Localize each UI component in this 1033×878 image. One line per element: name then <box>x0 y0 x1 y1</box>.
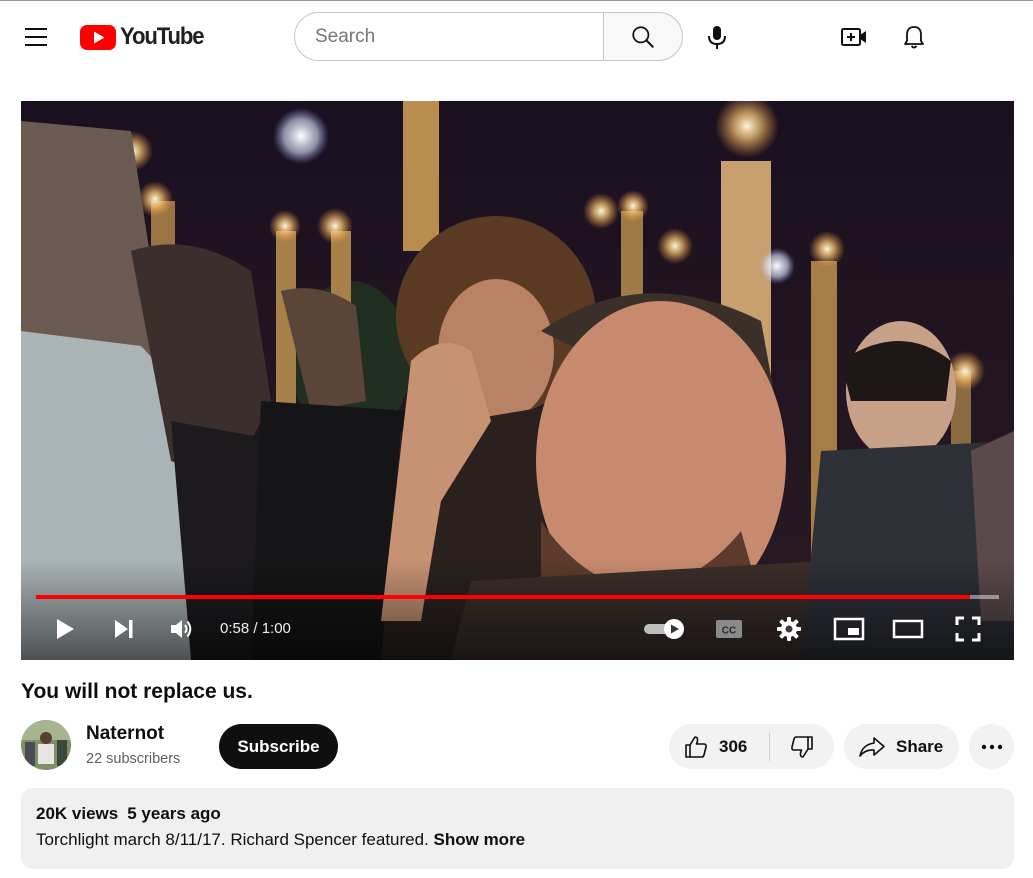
logo-wordmark: YouTube <box>120 23 205 50</box>
menu-icon-line <box>25 36 47 38</box>
thumbs-down-icon <box>791 735 813 758</box>
settings-icon <box>777 617 801 641</box>
search-input[interactable] <box>315 25 604 48</box>
progress-bar[interactable] <box>36 595 999 599</box>
show-more-link[interactable]: Show more <box>434 830 526 849</box>
description-text-row: Torchlight march 8/11/17. Richard Spence… <box>36 830 999 850</box>
next-button[interactable] <box>108 609 140 649</box>
play-icon <box>57 619 74 639</box>
like-dislike-group: 306 <box>669 724 834 769</box>
bell-icon <box>904 26 924 49</box>
notifications-button[interactable] <box>894 17 934 57</box>
theater-icon <box>892 619 924 639</box>
progress-fill <box>36 595 971 599</box>
channel-name[interactable]: Naternot <box>86 723 164 745</box>
fullscreen-button[interactable] <box>950 609 986 649</box>
menu-button[interactable] <box>18 19 54 55</box>
create-video-icon <box>841 28 866 46</box>
volume-button[interactable] <box>166 609 198 649</box>
description-text: Torchlight march 8/11/17. Richard Spence… <box>36 830 434 849</box>
like-button[interactable]: 306 <box>669 724 769 769</box>
avatar-image <box>21 720 71 770</box>
more-horizontal-icon <box>981 744 1002 749</box>
svg-text:CC: CC <box>722 626 736 637</box>
autoplay-toggle[interactable] <box>641 609 689 649</box>
menu-icon-line <box>25 44 47 46</box>
fullscreen-icon <box>955 616 981 642</box>
create-button[interactable] <box>834 17 874 57</box>
mic-icon <box>708 26 726 49</box>
youtube-play-logo-icon <box>80 24 116 50</box>
miniplayer-button[interactable] <box>831 609 867 649</box>
description-box[interactable]: 20K views 5 years ago Torchlight march 8… <box>21 788 1014 869</box>
video-title: You will not replace us. <box>21 680 253 703</box>
dislike-button[interactable] <box>770 724 834 769</box>
search-box[interactable] <box>294 12 604 61</box>
autoplay-toggle-icon <box>644 619 684 639</box>
captions-icon: CC <box>716 620 742 638</box>
time-display: 0:58 / 1:00 <box>220 620 291 637</box>
view-count: 20K views <box>36 804 119 823</box>
youtube-logo[interactable]: YouTube <box>80 23 211 51</box>
masthead: YouTube <box>0 1 1033 71</box>
video-player[interactable]: 0:58 / 1:00 CC <box>21 101 1014 660</box>
captions-button[interactable]: CC <box>711 609 747 649</box>
description-meta: 20K views 5 years ago <box>36 804 999 824</box>
thumbs-up-icon <box>685 735 707 758</box>
miniplayer-icon <box>833 617 865 641</box>
menu-icon <box>25 28 47 30</box>
settings-button[interactable] <box>771 609 807 649</box>
share-label: Share <box>896 736 944 756</box>
upload-age: 5 years ago <box>127 804 221 823</box>
share-button[interactable]: Share <box>844 724 959 769</box>
like-count: 306 <box>719 736 748 756</box>
play-button[interactable] <box>49 609 81 649</box>
theater-mode-button[interactable] <box>889 609 927 649</box>
next-icon <box>115 620 133 638</box>
search-icon <box>632 25 654 48</box>
subscribe-button[interactable]: Subscribe <box>219 724 338 769</box>
search-button[interactable] <box>603 12 683 61</box>
volume-icon <box>171 620 192 638</box>
voice-search-button[interactable] <box>697 17 737 57</box>
subscriber-count: 22 subscribers <box>86 751 181 767</box>
more-actions-button[interactable] <box>969 724 1014 769</box>
share-icon <box>859 736 885 757</box>
channel-avatar[interactable] <box>21 720 71 770</box>
